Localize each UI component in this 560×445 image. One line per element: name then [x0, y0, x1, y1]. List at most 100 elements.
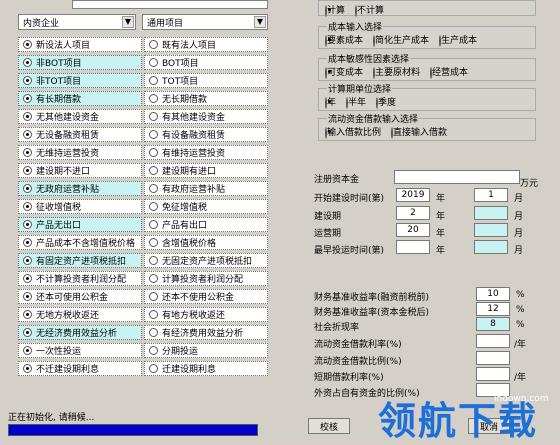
right-option-box[interactable]: 无固定资产进项税抵扣 [144, 253, 268, 268]
cost-input-group: 成本输入选择 要素成本 简化生产成本 生产成本 [318, 20, 536, 49]
left-option-box[interactable]: 一次性投运 [18, 343, 142, 358]
left-option-box[interactable]: 不迁建设期利息 [18, 361, 142, 376]
calc-option[interactable]: 计算 [325, 3, 345, 17]
right-option-box[interactable]: TOT项目 [144, 73, 268, 88]
radio-icon [439, 34, 442, 47]
right-option-box[interactable]: 迁建设期利息 [144, 361, 268, 376]
year-option[interactable]: 年 [325, 95, 336, 109]
right-option-box[interactable]: 有经济费用效益分析 [144, 325, 268, 340]
left-option-box[interactable]: 产品成本不含增值税价格 [18, 235, 142, 250]
left-option-box[interactable]: 产品无出口 [18, 217, 142, 232]
variable-cost-option[interactable]: 可变成本 [325, 65, 363, 79]
left-option-box[interactable]: 征收增值税 [18, 199, 142, 214]
no-calc-option[interactable]: 不计算 [355, 3, 384, 17]
left-option-box[interactable]: 无政府运营补贴 [18, 181, 142, 196]
right-option-label: 既有法人项目 [162, 41, 217, 51]
right-option-label: 有地方税收返还 [162, 311, 226, 321]
right-option-box[interactable]: 还本不使用公积金 [144, 289, 268, 304]
period-unit-group: 计算期单位选择 年 半年 季度 [318, 82, 536, 111]
radio-icon [149, 202, 158, 211]
radio-icon [376, 96, 379, 109]
half-year-option[interactable]: 半年 [346, 95, 366, 109]
latest-invest-input[interactable] [396, 240, 430, 254]
left-option-box[interactable]: 还本可使用公积金 [18, 289, 142, 304]
radio-icon [23, 256, 32, 265]
left-option-label: 无地方税收返还 [36, 311, 100, 321]
right-option-label: 无长期借款 [162, 95, 208, 105]
operation-period-input[interactable]: 20 [396, 223, 430, 237]
check-button[interactable]: 校核 [308, 418, 350, 434]
radio-icon [149, 40, 158, 49]
operation-month-input[interactable] [474, 223, 508, 237]
fin-rate-capital-label: 财务基准收益率(资本金税后) [314, 308, 430, 318]
right-option-box[interactable]: 计算投资者利润分配 [144, 271, 268, 286]
build-month-input[interactable] [474, 206, 508, 220]
operation-cost-option[interactable]: 经营成本 [430, 65, 468, 79]
left-option-box[interactable]: 无地方税收返还 [18, 307, 142, 322]
left-option-label: 不计算投资者利润分配 [36, 275, 127, 285]
short-loan-rate-input[interactable] [476, 367, 510, 381]
left-option-label: 新设法人项目 [36, 41, 91, 51]
project-type-select[interactable]: 通用项目 ▼ [142, 14, 268, 30]
radio-icon [149, 292, 158, 301]
loan-ratio-option[interactable]: 输入借款比例 [325, 125, 381, 139]
right-option-box[interactable]: 有设备融资租赁 [144, 127, 268, 142]
left-option-label: 无政府运营补贴 [36, 185, 100, 195]
right-option-box[interactable]: 既有法人项目 [144, 37, 268, 52]
direct-loan-option[interactable]: 直接输入借款 [391, 125, 447, 139]
left-option-box[interactable]: 建设期不进口 [18, 163, 142, 178]
left-option-box[interactable]: 有固定资产进项税抵扣 [18, 253, 142, 268]
sensitivity-group: 成本敏感性因素选择 可变成本 主要原材料 经营成本 [318, 52, 536, 81]
status-text: 正在初始化, 请稍候... [8, 413, 95, 423]
left-option-box[interactable]: 不计算投资者利润分配 [18, 271, 142, 286]
working-loan-ratio-input[interactable] [476, 351, 510, 365]
latest-month-input[interactable] [474, 240, 508, 254]
build-period-input[interactable]: 2 [396, 206, 430, 220]
right-option-box[interactable]: 产品有出口 [144, 217, 268, 232]
right-option-label: 有设备融资租赁 [162, 131, 226, 141]
registered-capital-input[interactable] [394, 170, 520, 184]
operation-month-unit: 月 [514, 229, 524, 239]
left-option-box[interactable]: 有长期借款 [18, 91, 142, 106]
left-option-label: 无经济费用效益分析 [36, 329, 118, 339]
radio-icon [23, 202, 32, 211]
left-option-box[interactable]: 非TOT项目 [18, 73, 142, 88]
right-option-label: 有维持运营投资 [162, 149, 226, 159]
left-option-box[interactable]: 无经济费用效益分析 [18, 325, 142, 340]
fin-rate-before-input[interactable]: 10 [476, 287, 510, 301]
enterprise-type-select[interactable]: 内资企业 ▼ [18, 14, 136, 30]
right-option-box[interactable]: 免征增值税 [144, 199, 268, 214]
element-cost-option[interactable]: 要素成本 [325, 33, 363, 47]
right-option-box[interactable]: 有维持运营投资 [144, 145, 268, 160]
registered-capital-unit: 万元 [520, 179, 539, 189]
simple-production-cost-option[interactable]: 简化生产成本 [373, 33, 429, 47]
raw-material-option[interactable]: 主要原材料 [373, 65, 420, 79]
right-option-box[interactable]: 无长期借款 [144, 91, 268, 106]
right-option-box[interactable]: 有政府运营补贴 [144, 181, 268, 196]
working-loan-rate-input[interactable] [476, 334, 510, 348]
start-year-input[interactable]: 2019 [396, 188, 430, 202]
left-option-box[interactable]: 无维持运营投资 [18, 145, 142, 160]
right-option-box[interactable]: 建设期有进口 [144, 163, 268, 178]
left-option-box[interactable]: 无其他建设资金 [18, 109, 142, 124]
quarter-option[interactable]: 季度 [376, 95, 396, 109]
right-option-box[interactable]: 分期投运 [144, 343, 268, 358]
fin-rate-capital-input[interactable]: 12 [476, 302, 510, 316]
start-month-input[interactable]: 1 [474, 188, 508, 202]
left-option-box[interactable]: 非BOT项目 [18, 55, 142, 70]
right-option-box[interactable]: 有地方税收返还 [144, 307, 268, 322]
radio-icon [391, 126, 394, 139]
left-option-box[interactable]: 无设备融资租赁 [18, 127, 142, 142]
working-loan-ratio-label: 流动资金借款比例(%) [314, 357, 402, 367]
sensitivity-title: 成本敏感性因素选择 [327, 52, 411, 65]
production-cost-option[interactable]: 生产成本 [439, 33, 477, 47]
left-option-box[interactable]: 新设法人项目 [18, 37, 142, 52]
right-option-box[interactable]: 含增值税价格 [144, 235, 268, 250]
right-option-box[interactable]: BOT项目 [144, 55, 268, 70]
right-option-label: 建设期有进口 [162, 167, 217, 177]
social-rate-input[interactable]: 8 [476, 317, 510, 331]
top-input[interactable] [72, 0, 268, 9]
chevron-down-icon: ▼ [254, 16, 266, 28]
right-option-box[interactable]: 有其他建设资金 [144, 109, 268, 124]
radio-icon [23, 328, 32, 337]
